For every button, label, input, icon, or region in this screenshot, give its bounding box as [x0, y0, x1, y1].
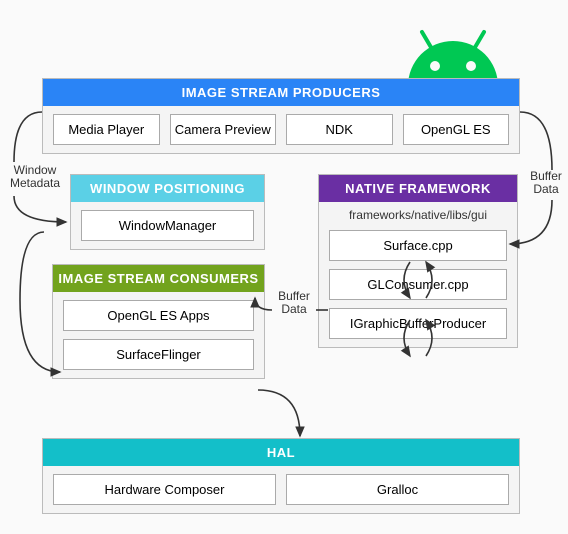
hal-header: HAL	[43, 439, 519, 466]
window-positioning-group: WINDOW POSITIONING WindowManager	[70, 174, 265, 250]
native-framework-header: NATIVE FRAMEWORK	[319, 175, 517, 202]
producer-media-player: Media Player	[53, 114, 160, 145]
producer-opengl-es: OpenGL ES	[403, 114, 510, 145]
window-positioning-header: WINDOW POSITIONING	[71, 175, 264, 202]
hal-group: HAL Hardware Composer Gralloc	[42, 438, 520, 514]
native-framework-group: NATIVE FRAMEWORK frameworks/native/libs/…	[318, 174, 518, 348]
producers-header: IMAGE STREAM PRODUCERS	[43, 79, 519, 106]
hal-hardware-composer: Hardware Composer	[53, 474, 276, 505]
window-manager-cell: WindowManager	[81, 210, 254, 241]
native-igraphicbufferproducer: IGraphicBufferProducer	[329, 308, 507, 339]
consumers-group: IMAGE STREAM CONSUMERS OpenGL ES Apps Su…	[52, 264, 265, 379]
consumers-header: IMAGE STREAM CONSUMERS	[53, 265, 264, 292]
producer-ndk: NDK	[286, 114, 393, 145]
native-surface-cpp: Surface.cpp	[329, 230, 507, 261]
native-framework-subtitle: frameworks/native/libs/gui	[319, 202, 517, 222]
label-buffer-data-right: Buffer Data	[524, 170, 568, 196]
hal-gralloc: Gralloc	[286, 474, 509, 505]
label-buffer-data-mid: Buffer Data	[272, 290, 316, 316]
native-glconsumer-cpp: GLConsumer.cpp	[329, 269, 507, 300]
label-window-metadata: Window Metadata	[6, 164, 64, 190]
consumer-opengl-apps: OpenGL ES Apps	[63, 300, 254, 331]
producer-camera-preview: Camera Preview	[170, 114, 277, 145]
producers-group: IMAGE STREAM PRODUCERS Media Player Came…	[42, 78, 520, 154]
diagram-canvas: IMAGE STREAM PRODUCERS Media Player Came…	[0, 0, 568, 534]
consumer-surfaceflinger: SurfaceFlinger	[63, 339, 254, 370]
android-robot-icon	[398, 16, 508, 86]
